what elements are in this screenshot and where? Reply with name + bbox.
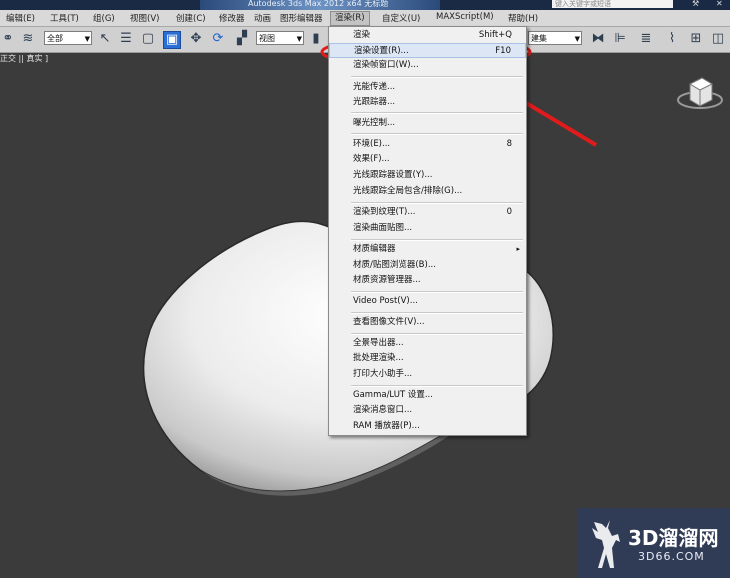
menu-item-render[interactable]: 渲染 Shift+Q — [329, 28, 526, 43]
menu-item-rendered-frame-window[interactable]: 渲染帧窗口(W)... — [329, 58, 526, 73]
menu-item-effects[interactable]: 效果(F)... — [329, 152, 526, 167]
menu-separator — [351, 333, 523, 335]
menu-item-render-to-texture[interactable]: 渲染到纹理(T)... 0 — [329, 205, 526, 220]
menu-item-view-image-file[interactable]: 查看图像文件(V)... — [329, 315, 526, 330]
menu-item-render-surface-map[interactable]: 渲染曲面贴图... — [329, 221, 526, 236]
menu-item-exposure-control[interactable]: 曝光控制... — [329, 116, 526, 131]
menu-separator — [351, 202, 523, 204]
menu-item-ram-player[interactable]: RAM 播放器(P)... — [329, 419, 526, 434]
menu-separator — [351, 385, 523, 387]
menu-item-batch-render[interactable]: 批处理渲染... — [329, 351, 526, 366]
menu-item-material-explorer[interactable]: 材质资源管理器... — [329, 273, 526, 288]
watermark-title: 3D溜溜网 — [628, 526, 719, 550]
menu-item-raytracer-settings[interactable]: 光线跟踪器设置(Y)... — [329, 168, 526, 183]
menu-item-material-editor[interactable]: 材质编辑器 ▸ — [329, 242, 526, 257]
menu-separator — [351, 133, 523, 135]
view-cube[interactable] — [677, 77, 723, 109]
watermark: 3D溜溜网 3D66.COM — [578, 508, 730, 578]
menu-item-print-size-assistant[interactable]: 打印大小助手... — [329, 367, 526, 382]
menu-item-material-map-browser[interactable]: 材质/贴图浏览器(B)... — [329, 258, 526, 273]
menu-item-panorama-exporter[interactable]: 全景导出器... — [329, 336, 526, 351]
menu-item-video-post[interactable]: Video Post(V)... — [329, 294, 526, 309]
menu-item-environment[interactable]: 环境(E)... 8 — [329, 137, 526, 152]
menu-separator — [351, 239, 523, 241]
menu-separator — [351, 112, 523, 114]
menu-separator — [351, 76, 523, 78]
deer-logo-icon — [592, 520, 620, 568]
menu-item-render-message-window[interactable]: 渲染消息窗口... — [329, 403, 526, 418]
menu-item-gamma-lut-setup[interactable]: Gamma/LUT 设置... — [329, 388, 526, 403]
menu-separator — [351, 312, 523, 314]
menu-item-raytrace-include-exclude[interactable]: 光线跟踪全局包含/排除(G)... — [329, 184, 526, 199]
submenu-arrow-icon: ▸ — [516, 245, 520, 253]
menu-separator — [351, 291, 523, 293]
menu-item-render-setup[interactable]: 渲染设置(R)... F10 — [329, 43, 526, 58]
render-menu-dropdown: 渲染 Shift+Q 渲染设置(R)... F10 渲染帧窗口(W)... 光能传递… — [328, 26, 527, 436]
watermark-url: 3D66.COM — [638, 550, 705, 563]
menu-item-radiosity[interactable]: 光能传递... — [329, 80, 526, 95]
menu-item-light-tracer[interactable]: 光跟踪器... — [329, 95, 526, 110]
